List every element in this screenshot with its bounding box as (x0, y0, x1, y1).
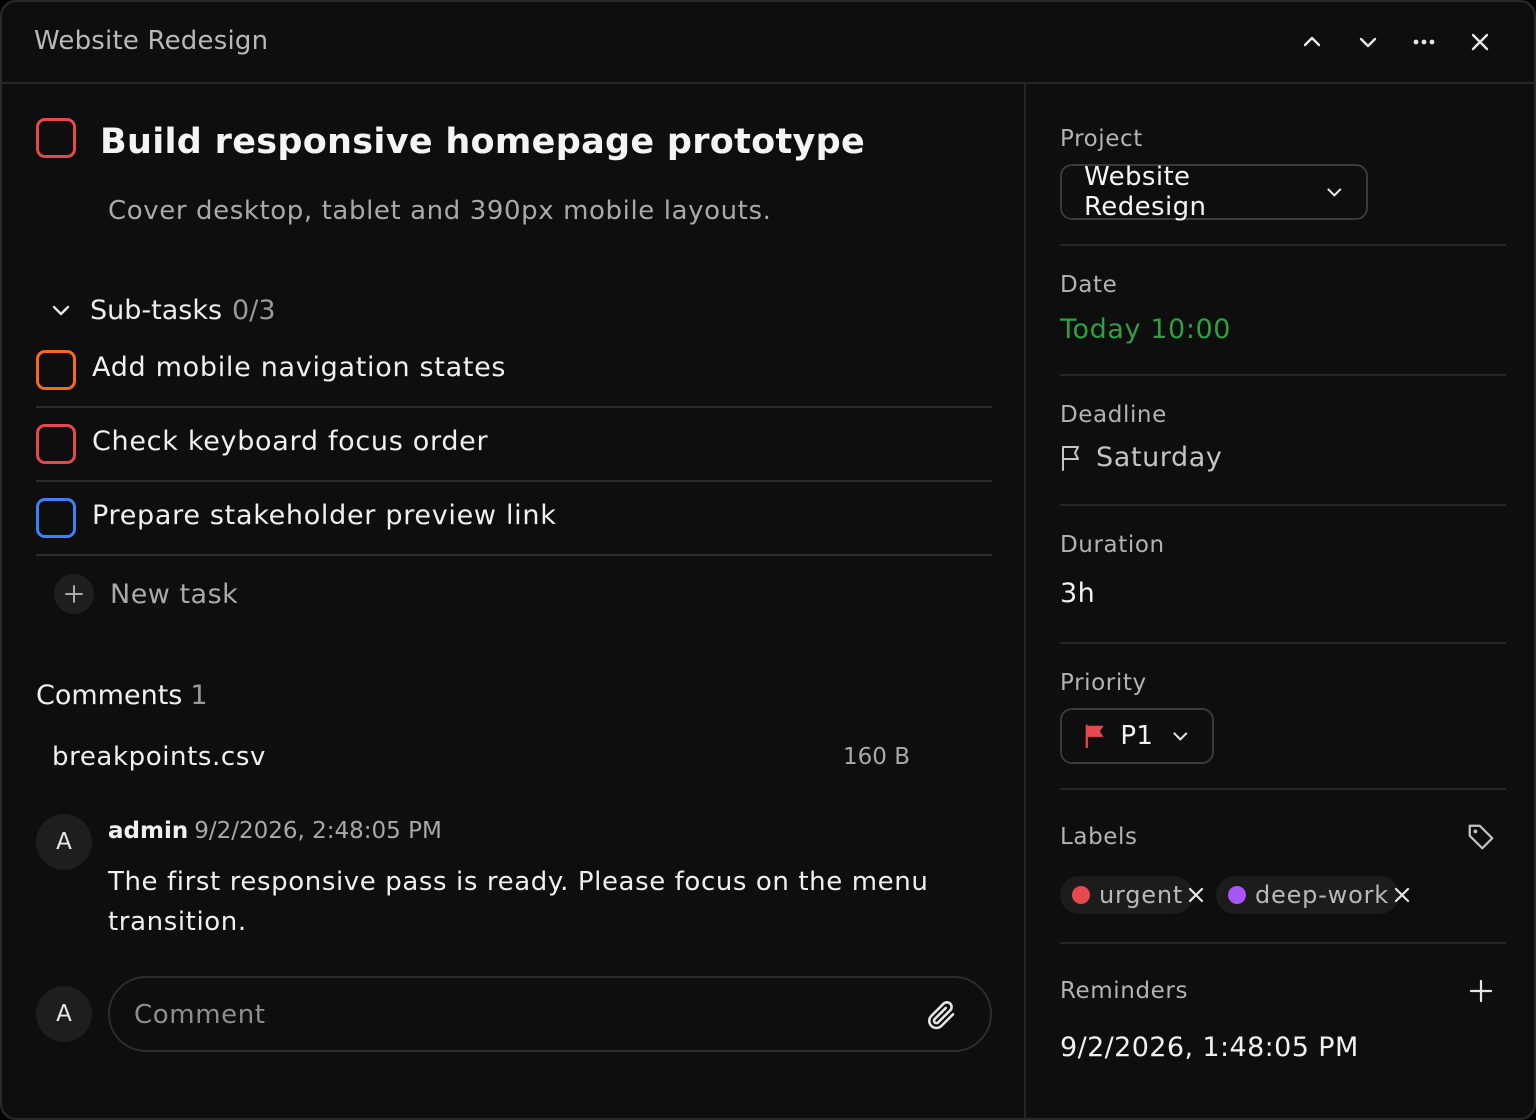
label-color-dot (1228, 886, 1246, 904)
task-main-panel: Build responsive homepage prototype Cove… (2, 84, 1024, 1118)
comments-header: Comments 1 (36, 680, 208, 711)
chevron-down-icon (52, 305, 70, 316)
remove-label-button[interactable] (1185, 884, 1207, 906)
subtask-checkbox[interactable] (36, 424, 76, 464)
more-options-button[interactable] (1406, 24, 1442, 60)
priority-label: Priority (1060, 670, 1147, 696)
comment-body: The first responsive pass is ready. Plea… (108, 867, 929, 937)
chevron-down-icon (1359, 37, 1377, 48)
subtask-checkbox[interactable] (36, 350, 76, 390)
remove-label-button[interactable] (1391, 884, 1413, 906)
duration-value[interactable]: 3h (1060, 578, 1095, 609)
deadline-label: Deadline (1060, 402, 1167, 428)
duration-section: Duration 3h (1060, 506, 1506, 644)
close-icon (1394, 887, 1410, 903)
subtasks-label: Sub-tasks (90, 294, 223, 326)
project-title: Website Redesign (34, 26, 269, 56)
subtask-label: Check keyboard focus order (92, 426, 489, 457)
subtask-checkbox[interactable] (36, 498, 76, 538)
plus-icon (65, 585, 83, 603)
reminders-label: Reminders (1060, 978, 1189, 1004)
label-color-dot (1072, 886, 1090, 904)
project-label: Project (1060, 126, 1143, 152)
new-task-label: New task (110, 578, 239, 610)
subtasks-header[interactable]: Sub-tasks 0/3 (36, 290, 276, 330)
comment-timestamp: 9/2/2026, 2:48:05 PM (194, 818, 442, 844)
priority-select[interactable]: P1 (1060, 708, 1214, 764)
next-task-button[interactable] (1350, 24, 1386, 60)
task-title[interactable]: Build responsive homepage prototype (100, 122, 865, 162)
project-value: Website Redesign (1084, 162, 1207, 222)
duration-label: Duration (1060, 532, 1165, 558)
new-task-button[interactable]: New task (54, 574, 238, 614)
attachment-name: breakpoints.csv (52, 742, 266, 772)
avatar: A (36, 814, 92, 870)
subtask-row[interactable]: Add mobile navigation states (36, 334, 992, 408)
attachment-size: 160 B (843, 744, 910, 770)
previous-task-button[interactable] (1294, 24, 1330, 60)
task-complete-checkbox[interactable] (36, 118, 76, 158)
labels-label: Labels (1060, 824, 1138, 850)
flag-icon (1062, 445, 1079, 471)
project-select[interactable]: Website Redesign (1060, 162, 1368, 222)
priority-section: Priority P1 (1060, 644, 1506, 790)
label-chip-text: urgent (1099, 881, 1184, 909)
attach-file-button[interactable] (924, 998, 958, 1032)
more-icon (1413, 39, 1435, 45)
close-button[interactable] (1462, 24, 1498, 60)
add-reminder-button[interactable] (1468, 978, 1496, 1006)
comments-label: Comments (36, 680, 183, 711)
subtask-label: Prepare stakeholder preview link (92, 500, 557, 531)
task-description[interactable]: Cover desktop, tablet and 390px mobile l… (108, 196, 772, 226)
priority-value: P1 (1120, 721, 1154, 751)
close-icon (1188, 887, 1204, 903)
close-icon (1471, 33, 1489, 51)
plus-icon (1469, 979, 1493, 1003)
subtask-row[interactable]: Check keyboard focus order (36, 408, 992, 482)
paperclip-icon (928, 1001, 955, 1030)
flag-icon (1085, 724, 1104, 749)
task-properties-sidebar: Project Website Redesign Date Today 10:0… (1024, 84, 1534, 1118)
label-chip-deep-work[interactable]: deep-work (1216, 876, 1399, 914)
chevron-down-icon (1327, 188, 1342, 197)
date-value[interactable]: Today 10:00 (1060, 314, 1231, 345)
comments-count: 1 (190, 680, 208, 711)
subtask-row[interactable]: Prepare stakeholder preview link (36, 482, 992, 556)
reminders-section: Reminders 9/2/2026, 1:48:05 PM (1060, 944, 1506, 1118)
chevron-down-icon (1173, 732, 1188, 741)
comment-input-box (108, 976, 992, 1052)
task-detail-window: Website Redesign Build responsive homepa… (0, 0, 1536, 1120)
deadline-section: Deadline Saturday (1060, 376, 1506, 506)
avatar: A (36, 986, 92, 1042)
labels-section: Labels urgent deep-work (1060, 790, 1506, 944)
tag-icon (1468, 824, 1494, 850)
reminder-value[interactable]: 9/2/2026, 1:48:05 PM (1060, 1032, 1359, 1063)
attachment-item[interactable]: breakpoints.csv 160 B (52, 742, 910, 778)
add-label-button[interactable] (1466, 822, 1498, 854)
comment-input[interactable] (134, 996, 894, 1034)
label-chip-urgent[interactable]: urgent (1060, 876, 1194, 914)
project-section: Project Website Redesign (1060, 84, 1506, 246)
deadline-text: Saturday (1096, 442, 1223, 473)
comment-author: admin (108, 818, 189, 844)
subtask-label: Add mobile navigation states (92, 352, 507, 383)
label-chip-text: deep-work (1255, 881, 1389, 909)
chevron-up-icon (1303, 36, 1321, 47)
subtasks-count: 0/3 (232, 294, 276, 326)
plus-circle (54, 574, 94, 614)
date-label: Date (1060, 272, 1118, 298)
deadline-value[interactable]: Saturday (1060, 442, 1222, 473)
comment-meta: admin 9/2/2026, 2:48:05 PM (108, 818, 442, 844)
date-section: Date Today 10:00 (1060, 246, 1506, 376)
window-header: Website Redesign (2, 2, 1534, 84)
